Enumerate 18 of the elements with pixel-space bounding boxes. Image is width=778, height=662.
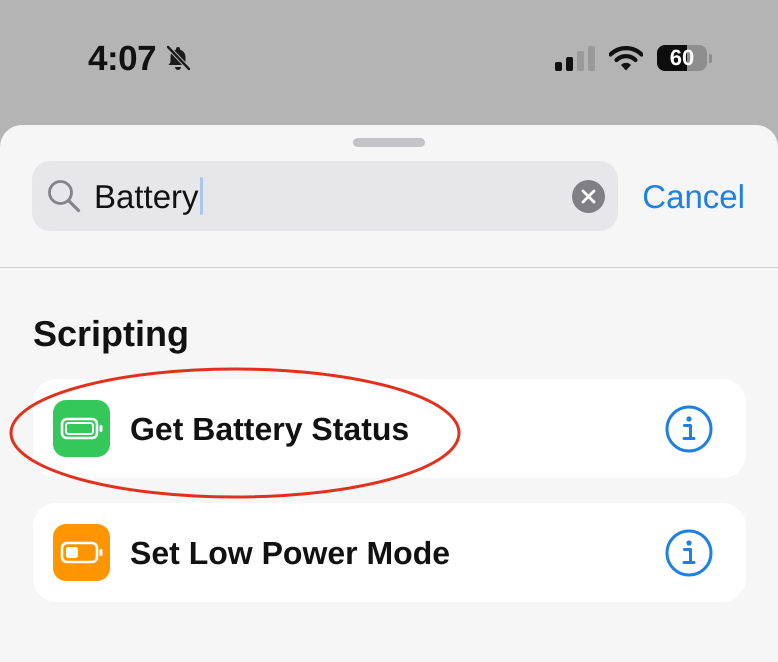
search-icon — [47, 179, 81, 213]
action-row[interactable]: Set Low Power Mode — [33, 503, 746, 602]
wifi-icon — [609, 46, 643, 70]
action-row[interactable]: Get Battery Status — [33, 379, 746, 478]
info-icon[interactable] — [665, 528, 713, 576]
search-field[interactable]: Battery — [32, 161, 618, 231]
cancel-button[interactable]: Cancel — [642, 180, 745, 212]
search-query: Battery — [94, 180, 199, 212]
close-icon — [581, 188, 596, 204]
status-time: 4:07 — [88, 40, 156, 76]
info-icon[interactable] — [665, 404, 713, 452]
action-title: Set Low Power Mode — [130, 536, 450, 568]
battery-percentage: 60 — [670, 47, 694, 69]
action-title: Get Battery Status — [130, 412, 410, 444]
section-heading: Scripting — [33, 314, 190, 354]
bell-slash-icon — [164, 44, 192, 72]
signal-bars-icon — [555, 46, 595, 70]
clear-button[interactable] — [572, 180, 605, 212]
